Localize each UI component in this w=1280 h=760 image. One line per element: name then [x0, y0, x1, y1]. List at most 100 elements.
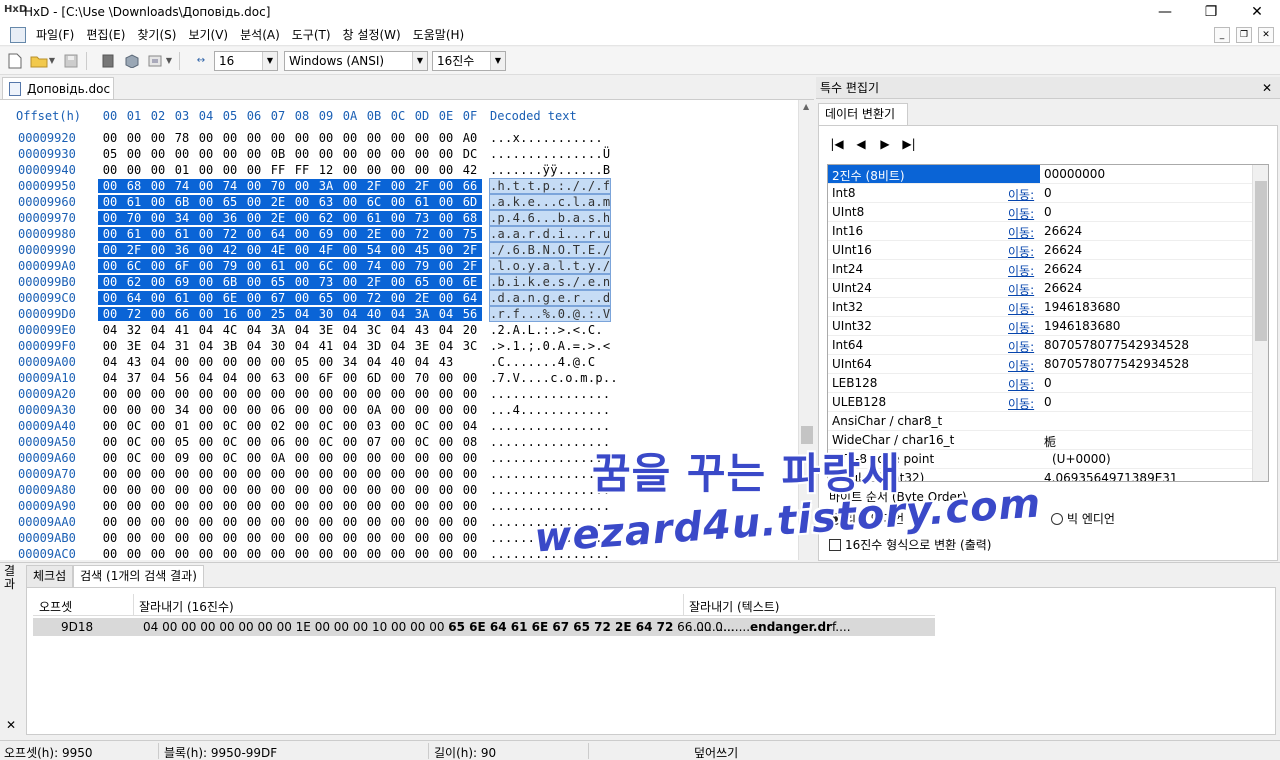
- hex-byte[interactable]: 00: [338, 275, 362, 289]
- hex-byte[interactable]: 2F: [122, 243, 146, 257]
- hex-byte[interactable]: 00: [266, 515, 290, 529]
- hex-byte[interactable]: 00: [194, 211, 218, 225]
- hex-byte[interactable]: 00: [146, 211, 170, 225]
- hex-byte[interactable]: 04: [338, 307, 362, 321]
- hex-byte[interactable]: 74: [362, 259, 386, 273]
- hex-byte[interactable]: 04: [434, 307, 458, 321]
- decoded-text[interactable]: .d.a.n.g.e.r...d: [488, 290, 612, 306]
- hex-byte[interactable]: 3C: [362, 323, 386, 337]
- hex-byte[interactable]: 00: [146, 307, 170, 321]
- hex-byte[interactable]: 69: [170, 275, 194, 289]
- hex-byte[interactable]: FF: [290, 163, 314, 177]
- hex-byte[interactable]: 00: [386, 483, 410, 497]
- hex-byte[interactable]: 00: [146, 163, 170, 177]
- hex-row[interactable]: 00009AC0 00 00 00 00 00 00 00 00 00 00 00 00 00 00 00 00…: [0, 547, 800, 560]
- inspector-value[interactable]: (U+0000): [1052, 452, 1111, 466]
- hex-byte[interactable]: 04: [242, 339, 266, 353]
- hex-byte[interactable]: 00: [98, 387, 122, 401]
- hex-byte[interactable]: 45: [410, 243, 434, 257]
- hex-byte[interactable]: 70: [410, 371, 434, 385]
- inspector-value[interactable]: 26624: [1044, 262, 1082, 276]
- hex-byte[interactable]: 00: [410, 147, 434, 161]
- hex-byte[interactable]: 6D: [362, 371, 386, 385]
- hex-byte[interactable]: 00: [266, 387, 290, 401]
- hex-byte[interactable]: 00: [386, 419, 410, 433]
- hex-byte[interactable]: 00: [242, 467, 266, 481]
- hex-byte[interactable]: 0C: [218, 435, 242, 449]
- hex-byte[interactable]: 00: [242, 499, 266, 513]
- hex-editor-panel[interactable]: Offset(h) 00 01 02 03 04 05 06 07 08 09 0A 0B 0C 0D 0E 0…: [0, 99, 814, 560]
- hex-byte[interactable]: 00: [170, 515, 194, 529]
- hex-byte[interactable]: 00: [242, 243, 266, 257]
- hex-byte[interactable]: 04: [290, 323, 314, 337]
- hex-byte[interactable]: 00: [362, 547, 386, 560]
- hex-byte[interactable]: 56: [170, 371, 194, 385]
- hex-byte[interactable]: 00: [314, 355, 338, 369]
- inspector-value[interactable]: 4.0693564971389E31: [1044, 471, 1178, 481]
- decoded-text[interactable]: .b.i.k.e.s./.e.n: [488, 274, 612, 290]
- inspector-value[interactable]: 26624: [1044, 243, 1082, 257]
- hex-row[interactable]: 00009A80 00 00 00 00 00 00 00 00 00 00 00 00 00 00 00 00…: [0, 483, 800, 499]
- restore-button[interactable]: ❐: [1188, 0, 1234, 24]
- hex-row[interactable]: 00009A10 04 37 04 56 04 04 00 63 00 6F 00 6D 00 70 00 00…: [0, 371, 800, 387]
- hex-byte[interactable]: 00: [146, 387, 170, 401]
- hex-byte[interactable]: 00: [242, 131, 266, 145]
- inspector-value[interactable]: 8070578077542934528: [1044, 357, 1189, 371]
- hex-byte[interactable]: 00: [218, 131, 242, 145]
- hex-byte[interactable]: 4E: [266, 243, 290, 257]
- hex-byte[interactable]: 40: [362, 307, 386, 321]
- hex-row[interactable]: 00009920 00 00 00 78 00 00 00 00 00 00 00 00 00 00 00 A0…: [0, 131, 800, 147]
- hex-byte[interactable]: 00: [290, 147, 314, 161]
- hex-row[interactable]: 000099F0 00 3E 04 31 04 3B 04 30 04 41 04 3D 04 3E 04 3C…: [0, 339, 800, 355]
- hex-row[interactable]: 00009A70 00 00 00 00 00 00 00 00 00 00 00 00 00 00 00 00…: [0, 467, 800, 483]
- hex-byte[interactable]: 0C: [410, 419, 434, 433]
- hex-byte[interactable]: 2F: [458, 243, 482, 257]
- decoded-text[interactable]: .......ÿÿ......B: [490, 163, 610, 177]
- hex-output-checkbox[interactable]: 16진수 형식으로 변환 (출력): [829, 536, 991, 553]
- hex-byte[interactable]: 00: [98, 403, 122, 417]
- hex-byte[interactable]: 00: [218, 531, 242, 545]
- hex-byte[interactable]: 01: [170, 419, 194, 433]
- inspector-row[interactable]: AnsiChar / char8_t: [828, 412, 1254, 431]
- hex-byte[interactable]: 00: [458, 403, 482, 417]
- hex-byte[interactable]: 64: [458, 291, 482, 305]
- hex-byte[interactable]: 00: [242, 483, 266, 497]
- hex-byte[interactable]: 00: [146, 291, 170, 305]
- hex-byte[interactable]: 00: [290, 435, 314, 449]
- inspector-value[interactable]: 0: [1044, 395, 1052, 409]
- hex-byte[interactable]: 00: [194, 435, 218, 449]
- hex-byte[interactable]: 00: [362, 131, 386, 145]
- hex-byte[interactable]: 79: [218, 259, 242, 273]
- goto-link[interactable]: 이동:: [1008, 262, 1034, 279]
- hex-byte[interactable]: 00: [410, 451, 434, 465]
- hex-byte[interactable]: 78: [170, 131, 194, 145]
- hex-byte[interactable]: 3E: [410, 339, 434, 353]
- hex-byte[interactable]: 00: [242, 371, 266, 385]
- hex-byte[interactable]: 00: [434, 259, 458, 273]
- hex-byte[interactable]: 61: [266, 259, 290, 273]
- hex-byte[interactable]: 04: [98, 323, 122, 337]
- hex-byte[interactable]: 00: [434, 227, 458, 241]
- hex-byte[interactable]: 00: [146, 435, 170, 449]
- hex-byte[interactable]: 00: [122, 403, 146, 417]
- hex-byte[interactable]: 00: [218, 403, 242, 417]
- hex-byte[interactable]: 00: [386, 515, 410, 529]
- hex-byte[interactable]: 00: [314, 531, 338, 545]
- hex-byte[interactable]: 00: [386, 195, 410, 209]
- hex-byte[interactable]: 00: [386, 179, 410, 193]
- hex-byte[interactable]: 00: [194, 131, 218, 145]
- hex-byte[interactable]: 6C: [314, 259, 338, 273]
- hex-byte[interactable]: 00: [410, 403, 434, 417]
- hex-byte[interactable]: 3B: [218, 339, 242, 353]
- hex-byte[interactable]: 00: [434, 499, 458, 513]
- hex-byte[interactable]: 00: [290, 259, 314, 273]
- hex-byte[interactable]: 00: [434, 195, 458, 209]
- hex-byte[interactable]: 00: [98, 179, 122, 193]
- document-menu-icon[interactable]: [10, 26, 26, 43]
- inspector-row[interactable]: UInt24 이동: 26624: [828, 279, 1254, 298]
- goto-link[interactable]: 이동:: [1008, 357, 1034, 374]
- new-file-icon[interactable]: [6, 52, 24, 70]
- hex-byte[interactable]: 00: [98, 195, 122, 209]
- hex-byte[interactable]: 00: [314, 483, 338, 497]
- menu-file[interactable]: 파일(F): [30, 26, 80, 43]
